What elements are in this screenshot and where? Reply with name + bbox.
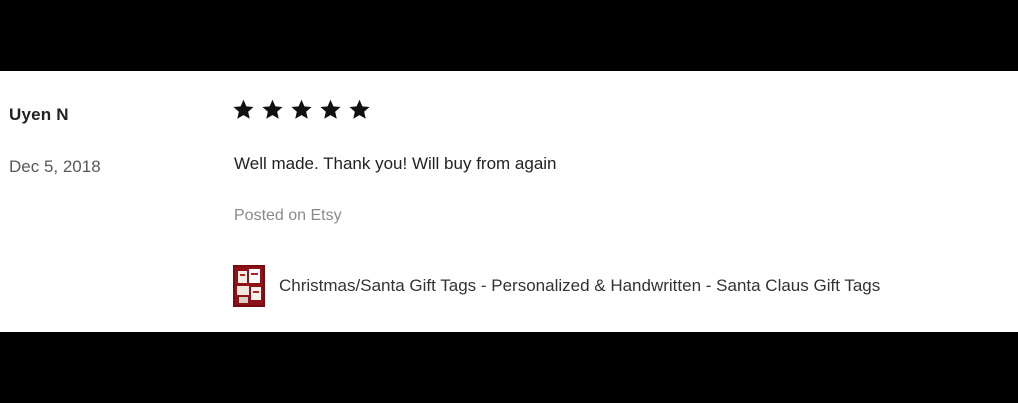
screenshot-frame: Uyen N Dec 5, 2018 Well made. Thank you!… bbox=[0, 0, 1018, 403]
listing-thumbnail[interactable] bbox=[233, 265, 265, 307]
star-rating bbox=[232, 98, 371, 121]
star-icon bbox=[233, 99, 254, 119]
star-icon bbox=[291, 99, 312, 119]
reviewer-name[interactable]: Uyen N bbox=[9, 105, 69, 125]
review-source: Posted on Etsy bbox=[234, 207, 342, 224]
review-card: Uyen N Dec 5, 2018 Well made. Thank you!… bbox=[0, 71, 1018, 332]
star-icon bbox=[262, 99, 283, 119]
star-icon bbox=[320, 99, 341, 119]
star-icon bbox=[349, 99, 370, 119]
listing-link[interactable]: Christmas/Santa Gift Tags - Personalized… bbox=[233, 265, 880, 307]
review-date: Dec 5, 2018 bbox=[9, 157, 101, 176]
review-text: Well made. Thank you! Will buy from agai… bbox=[234, 154, 557, 173]
listing-title[interactable]: Christmas/Santa Gift Tags - Personalized… bbox=[279, 276, 880, 296]
